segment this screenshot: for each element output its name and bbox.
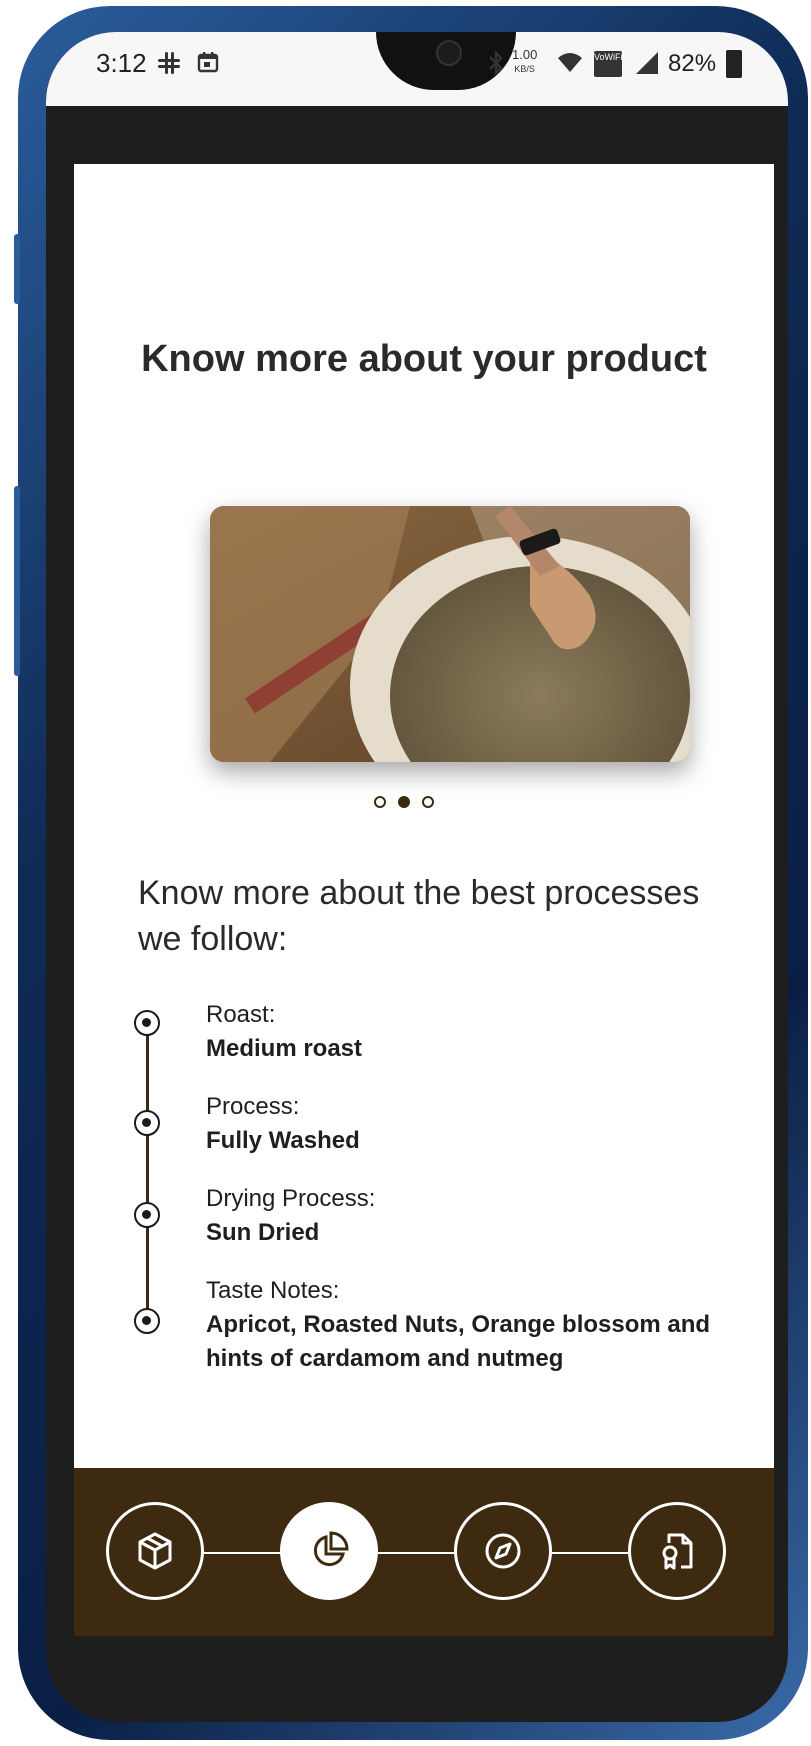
network-speed-value: 1.00: [512, 47, 538, 62]
timeline-marker-icon: [134, 1308, 160, 1334]
detail-label: Process:: [206, 1093, 300, 1120]
network-speed: 1.00 KB/S: [512, 48, 537, 76]
detail-label: Taste Notes:: [206, 1277, 340, 1304]
vowifi-badge: VoWiFi: [594, 51, 623, 77]
front-camera: [436, 40, 462, 66]
detail-text: Drying Process: Sun Dried: [206, 1182, 726, 1250]
signal-icon: [634, 50, 660, 83]
coffee-beans-illustration: [210, 506, 690, 762]
slack-icon: [156, 50, 182, 83]
power-button: [14, 234, 20, 304]
detail-value: Medium roast: [206, 1035, 363, 1062]
bluetooth-icon: [486, 50, 506, 83]
status-bar: 3:12 1.00 KB/S VoWiFi 82%: [46, 32, 788, 106]
battery-percent: 82%: [668, 50, 717, 77]
timeline-marker-icon: [134, 1110, 160, 1136]
network-speed-unit: KB/S: [514, 64, 535, 74]
detail-text: Taste Notes: Apricot, Roasted Nuts, Oran…: [206, 1274, 726, 1376]
detail-label: Drying Process:: [206, 1185, 376, 1212]
volume-button: [14, 486, 20, 676]
nav-details-button[interactable]: [280, 1502, 378, 1600]
product-image[interactable]: [210, 506, 690, 762]
wifi-icon: [556, 50, 584, 81]
carousel-dot[interactable]: [374, 796, 386, 808]
battery-icon: [726, 50, 742, 78]
process-timeline: Roast: Medium roast Process: Fully Washe…: [130, 998, 750, 1378]
carousel-dot[interactable]: [422, 796, 434, 808]
detail-value: Sun Dried: [206, 1219, 320, 1246]
timeline-line: [146, 1020, 149, 1330]
calendar-icon: [196, 50, 220, 81]
bottom-nav: [74, 1468, 774, 1636]
carousel-indicator: [374, 796, 434, 808]
pie-chart-icon: [313, 1531, 349, 1567]
detail-text: Roast: Medium roast: [206, 998, 726, 1066]
product-info-card: Know more about your product Know more a…: [74, 164, 774, 1468]
certificate-icon: [662, 1533, 693, 1570]
compass-icon: [485, 1533, 521, 1569]
section-heading: Know more about the best processes we fo…: [138, 874, 700, 958]
timeline-marker-icon: [134, 1010, 160, 1036]
page-title: Know more about your product: [141, 338, 707, 380]
nav-product-button[interactable]: [106, 1502, 204, 1600]
detail-text: Process: Fully Washed: [206, 1090, 726, 1158]
nav-connector-line: [164, 1552, 684, 1554]
carousel-dot-active[interactable]: [398, 796, 410, 808]
timeline-marker-icon: [134, 1202, 160, 1228]
box-icon: [138, 1532, 172, 1570]
detail-value: Fully Washed: [206, 1127, 360, 1154]
detail-value: Apricot, Roasted Nuts, Orange blossom an…: [206, 1311, 711, 1372]
detail-label: Roast:: [206, 1001, 276, 1028]
nav-origin-button[interactable]: [454, 1502, 552, 1600]
nav-certificate-button[interactable]: [628, 1502, 726, 1600]
status-time: 3:12: [96, 48, 147, 78]
